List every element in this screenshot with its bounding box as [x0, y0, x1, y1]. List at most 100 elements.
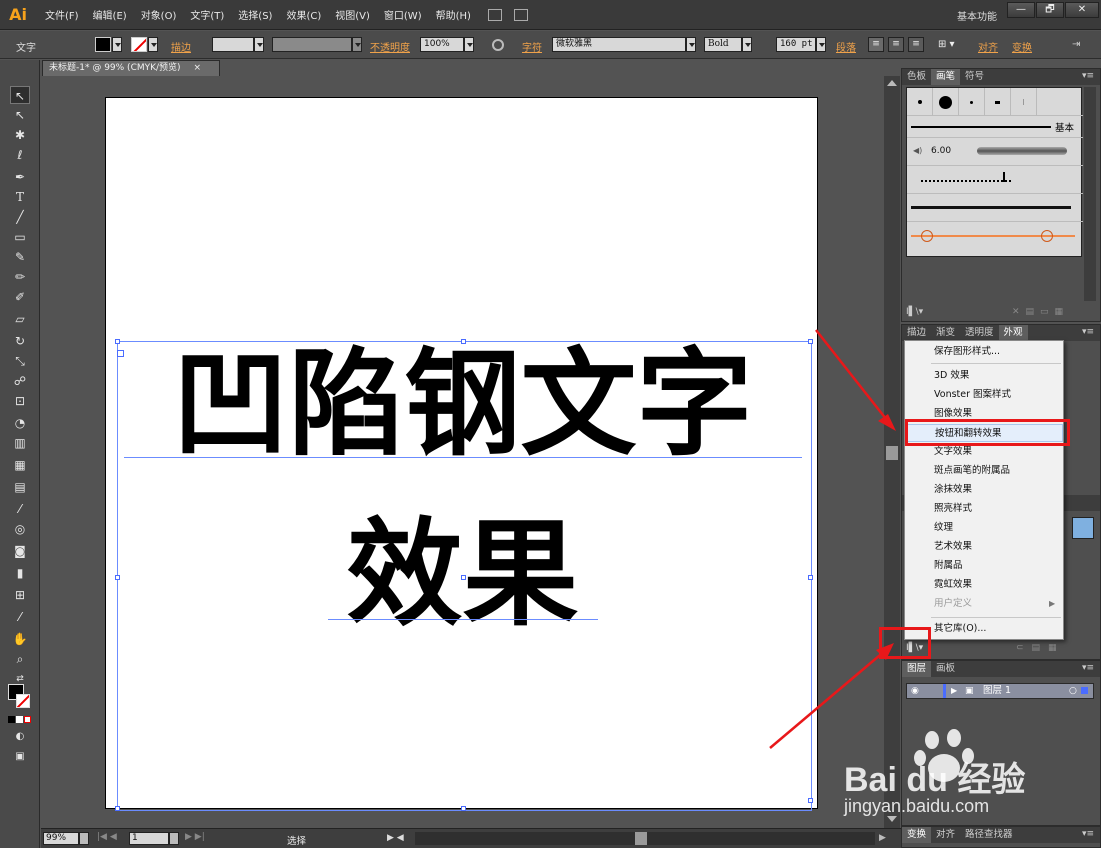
stroke-weight-dropdown[interactable]	[254, 37, 264, 52]
menu-file[interactable]: 文件(F)	[38, 7, 86, 22]
transform-link[interactable]: 变换	[1012, 39, 1032, 54]
tab-artboards[interactable]: 画板	[931, 661, 960, 677]
opentype-icon[interactable]: ⊞ ▾	[938, 37, 962, 52]
menu-select[interactable]: 选择(S)	[231, 7, 279, 22]
font-size-dropdown[interactable]	[816, 37, 826, 52]
graphic-styles-actions-icons[interactable]: ⊂▤▦	[1016, 643, 1065, 653]
layer-name[interactable]: 图层 1	[983, 684, 1011, 698]
symbol-sprayer-tool-icon[interactable]: ◙	[10, 542, 30, 560]
fill-swatch[interactable]	[95, 37, 111, 52]
first-page-icon[interactable]: |◀ ◀	[97, 832, 117, 842]
magic-wand-tool-icon[interactable]: ✱	[10, 126, 30, 144]
menu-help[interactable]: 帮助(H)	[429, 7, 478, 22]
font-family-dropdown[interactable]	[686, 37, 696, 52]
horizontal-scroll-thumb[interactable]	[635, 832, 647, 845]
tab-gradient[interactable]: 渐变	[931, 325, 960, 341]
menu-item-additive[interactable]: 附属品	[905, 557, 1063, 575]
stroke-link[interactable]: 描边	[171, 39, 191, 54]
handle-tc[interactable]	[461, 339, 466, 344]
line-tool-icon[interactable]: ╱	[10, 208, 30, 226]
control-menu-icon[interactable]: ⇥	[1072, 39, 1080, 50]
font-size-field[interactable]: 160 pt	[776, 37, 816, 52]
font-style-dropdown[interactable]	[742, 37, 752, 52]
menu-window[interactable]: 窗口(W)	[377, 7, 429, 22]
scroll-up-icon[interactable]	[887, 80, 897, 86]
tab-align[interactable]: 对齐	[931, 827, 960, 843]
menu-item-scribble[interactable]: 涂抹效果	[905, 481, 1063, 499]
layer-row[interactable]: ◉ ▶ ▣ 图层 1 ○	[906, 683, 1094, 699]
eyedropper-tool-icon[interactable]: ⁄	[10, 500, 30, 518]
brush-row-basic[interactable]: 基本	[907, 116, 1083, 138]
tab-swatches[interactable]: 色板	[902, 69, 931, 85]
stroke-color-box[interactable]	[16, 694, 30, 708]
menu-item-textures[interactable]: 纹理	[905, 519, 1063, 537]
handle-center[interactable]	[461, 575, 466, 580]
menu-item-vonster-patterns[interactable]: Vonster 图案样式	[905, 386, 1063, 404]
align-link[interactable]: 对齐	[978, 39, 998, 54]
menu-object[interactable]: 对象(O)	[134, 7, 184, 22]
stroke-swatch[interactable]	[131, 37, 147, 52]
bridge-icon[interactable]	[487, 8, 502, 21]
font-family-field[interactable]: 微软雅黑	[552, 37, 686, 52]
zoom-dropdown[interactable]	[79, 832, 89, 845]
brush-row-bristle[interactable]: ◀) 6.00	[907, 138, 1083, 166]
selection-tool-icon[interactable]: ↖	[10, 86, 30, 104]
document-tab[interactable]: 未标题-1* @ 99% (CMYK/预览) ×	[42, 60, 220, 76]
scale-tool-icon[interactable]: ⤡	[10, 352, 30, 370]
screen-mode-icon[interactable]: ▣	[10, 748, 30, 766]
menu-item-lighting[interactable]: 照亮样式	[905, 500, 1063, 518]
layer-target-icon[interactable]: ○	[1069, 684, 1077, 698]
variable-width-dropdown[interactable]	[352, 37, 362, 52]
menu-type[interactable]: 文字(T)	[183, 7, 231, 22]
menu-edit[interactable]: 编辑(E)	[86, 7, 134, 22]
brush-library-icon[interactable]: I▌\▾	[906, 307, 923, 317]
workspace-switcher[interactable]: 基本功能	[957, 8, 997, 23]
align-left-icon[interactable]: ≡	[868, 37, 884, 52]
expand-layer-icon[interactable]: ▶	[951, 684, 957, 698]
tab-transform[interactable]: 变换	[902, 827, 932, 843]
align-right-icon[interactable]: ≡	[908, 37, 924, 52]
rectangle-tool-icon[interactable]: ▭	[10, 228, 30, 246]
handle-bc[interactable]	[461, 806, 466, 811]
none-mode-icon[interactable]	[24, 716, 31, 723]
menu-item-artistic[interactable]: 艺术效果	[905, 538, 1063, 556]
transform-panel-menu-icon[interactable]: ▾≡	[1082, 829, 1094, 839]
brush-row-charcoal[interactable]	[907, 194, 1083, 222]
scroll-right-icon[interactable]: ▶	[879, 833, 886, 843]
align-center-icon[interactable]: ≡	[888, 37, 904, 52]
brush-list-scrollbar[interactable]	[1084, 87, 1096, 301]
zoom-tool-icon[interactable]: ⌕	[10, 650, 30, 668]
variable-width-field[interactable]	[272, 37, 352, 52]
hand-tool-icon[interactable]: ✋	[10, 630, 30, 648]
artboard[interactable]: 凹陷钢文字 效果	[105, 97, 818, 811]
opacity-field[interactable]: 100%	[420, 37, 464, 52]
menu-item-save-style[interactable]: 保存图形样式...	[905, 343, 1063, 361]
tab-symbols[interactable]: 符号	[960, 69, 989, 85]
drawing-mode-icon[interactable]: ◐	[10, 728, 30, 746]
artboard-tool-icon[interactable]: ⊞	[10, 586, 30, 604]
column-graph-tool-icon[interactable]: ▮	[10, 564, 30, 582]
close-button[interactable]: ✕	[1065, 2, 1099, 18]
brush-row-dashed[interactable]	[907, 166, 1083, 194]
stroke-weight-field[interactable]	[212, 37, 254, 52]
document-tab-close[interactable]: ×	[193, 63, 201, 73]
shape-builder-tool-icon[interactable]: ◔	[10, 414, 30, 432]
status-menu-icon[interactable]: ▶ ◀	[387, 833, 404, 843]
tab-transparency[interactable]: 透明度	[960, 325, 999, 341]
arrange-documents-icon[interactable]	[513, 8, 528, 21]
appearance-panel-menu-icon[interactable]: ▾≡	[1082, 327, 1094, 337]
blend-tool-icon[interactable]: ◎	[10, 520, 30, 538]
stroke-dropdown[interactable]	[148, 37, 158, 52]
font-style-field[interactable]: Bold	[704, 37, 742, 52]
minimize-button[interactable]: —	[1007, 2, 1035, 18]
eraser-tool-icon[interactable]: ▱	[10, 310, 30, 328]
gradient-tool-icon[interactable]: ▤	[10, 478, 30, 496]
menu-item-user-defined[interactable]: 用户定义	[905, 595, 1063, 613]
handle-ml[interactable]	[115, 575, 120, 580]
free-transform-tool-icon[interactable]: ⊡	[10, 392, 30, 410]
tab-appearance[interactable]: 外观	[998, 325, 1028, 341]
menu-item-neon[interactable]: 霓虹效果	[905, 576, 1063, 594]
fill-dropdown[interactable]	[112, 37, 122, 52]
graphic-style-swatch[interactable]	[1072, 517, 1094, 539]
text-in-port[interactable]	[117, 350, 124, 357]
